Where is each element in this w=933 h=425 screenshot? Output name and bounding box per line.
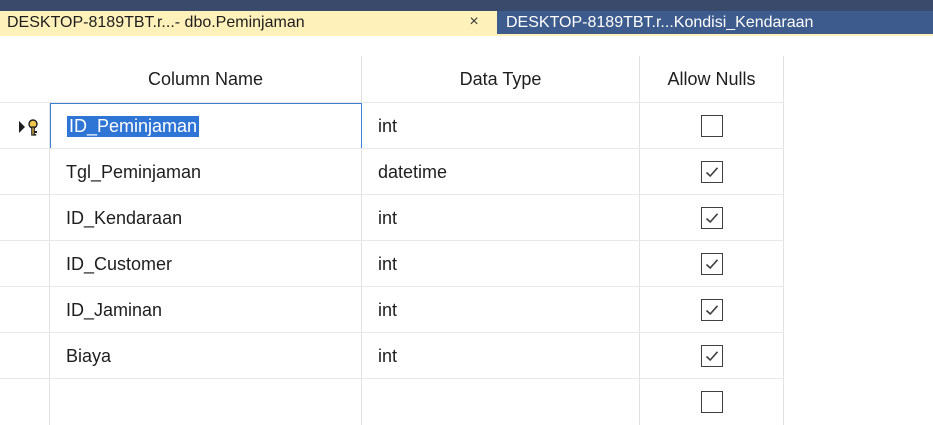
data-type-cell[interactable]: int xyxy=(362,241,640,287)
allow-nulls-checkbox[interactable] xyxy=(700,161,723,183)
document-tab-bar: DESKTOP-8189TBT.r...- dbo.Peminjaman × D… xyxy=(0,0,933,34)
column-name-text: Tgl_Peminjaman xyxy=(66,161,202,182)
table-row[interactable]: ID_Peminjaman int xyxy=(0,102,784,149)
allow-nulls-checkbox[interactable] xyxy=(700,345,723,367)
table-row[interactable]: ID_Customer int xyxy=(0,240,784,287)
tab-peminjaman[interactable]: DESKTOP-8189TBT.r...- dbo.Peminjaman × xyxy=(0,11,497,34)
header-selector xyxy=(0,56,50,102)
column-name-cell[interactable]: ID_Peminjaman xyxy=(50,103,362,149)
column-name-cell[interactable]: ID_Kendaraan xyxy=(50,195,362,241)
data-type-cell[interactable]: int xyxy=(362,103,640,149)
column-name-cell[interactable] xyxy=(50,379,362,425)
table-row[interactable] xyxy=(0,378,784,425)
primary-key-icon xyxy=(19,119,38,136)
allow-nulls-cell xyxy=(640,333,784,379)
allow-nulls-cell xyxy=(640,195,784,241)
row-selector[interactable] xyxy=(0,333,50,379)
column-name-text: ID_Kendaraan xyxy=(66,207,183,228)
tab-bar-strip xyxy=(0,0,933,11)
row-selector[interactable] xyxy=(0,287,50,333)
row-selector[interactable] xyxy=(0,241,50,287)
column-name-text: ID_Peminjaman xyxy=(67,115,200,137)
tab-label: DESKTOP-8189TBT.r...Kondisi_Kendaraan xyxy=(506,13,814,31)
allow-nulls-cell xyxy=(640,103,784,149)
tab-label: DESKTOP-8189TBT.r...- dbo.Peminjaman xyxy=(7,13,305,31)
table-designer-grid: Column Name Data Type Allow Nulls ID_Pem… xyxy=(0,36,933,425)
data-type-cell[interactable] xyxy=(362,379,640,425)
data-type-cell[interactable]: int xyxy=(362,195,640,241)
column-name-cell[interactable]: ID_Customer xyxy=(50,241,362,287)
data-type-cell[interactable]: int xyxy=(362,333,640,379)
table-row[interactable]: Tgl_Peminjaman datetime xyxy=(0,148,784,195)
data-type-header[interactable]: Data Type xyxy=(362,56,640,102)
column-name-cell[interactable]: ID_Jaminan xyxy=(50,287,362,333)
allow-nulls-checkbox[interactable] xyxy=(700,391,723,413)
column-name-text: Biaya xyxy=(66,345,112,366)
allow-nulls-checkbox[interactable] xyxy=(700,299,723,321)
allow-nulls-checkbox[interactable] xyxy=(700,253,723,275)
row-selector[interactable] xyxy=(0,149,50,195)
table-row[interactable]: ID_Jaminan int xyxy=(0,286,784,333)
column-name-text: ID_Jaminan xyxy=(66,299,163,320)
data-type-cell[interactable]: int xyxy=(362,287,640,333)
column-name-header[interactable]: Column Name xyxy=(50,56,362,102)
allow-nulls-cell xyxy=(640,287,784,333)
data-type-cell[interactable]: datetime xyxy=(362,149,640,195)
column-name-cell[interactable]: Biaya xyxy=(50,333,362,379)
column-name-cell[interactable]: Tgl_Peminjaman xyxy=(50,149,362,195)
allow-nulls-checkbox[interactable] xyxy=(700,207,723,229)
allow-nulls-cell xyxy=(640,241,784,287)
tab-kondisi-kendaraan[interactable]: DESKTOP-8189TBT.r...Kondisi_Kendaraan xyxy=(497,11,933,34)
table-row[interactable]: ID_Kendaraan int xyxy=(0,194,784,241)
column-name-text: ID_Customer xyxy=(66,253,173,274)
row-selector[interactable] xyxy=(0,195,50,241)
row-selector[interactable] xyxy=(0,379,50,425)
close-tab-icon[interactable]: × xyxy=(465,13,483,31)
allow-nulls-header[interactable]: Allow Nulls xyxy=(640,56,784,102)
grid-header: Column Name Data Type Allow Nulls xyxy=(0,56,784,102)
row-selector[interactable] xyxy=(0,103,50,149)
allow-nulls-cell xyxy=(640,149,784,195)
allow-nulls-checkbox[interactable] xyxy=(700,115,723,137)
allow-nulls-cell xyxy=(640,379,784,425)
table-row[interactable]: Biaya int xyxy=(0,332,784,379)
